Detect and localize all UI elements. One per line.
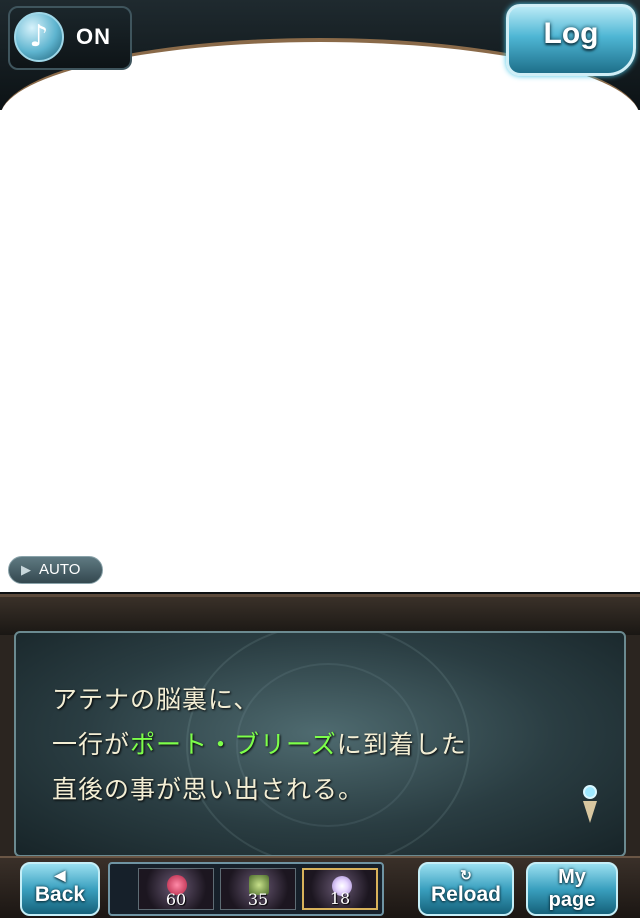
sound-toggle[interactable]: ♪ ON [8, 6, 132, 70]
back-button[interactable]: ◀ Back [20, 862, 100, 916]
message-line-2: 一行がポート・ブリーズに到着した [52, 722, 467, 767]
music-note-icon: ♪ [14, 12, 64, 62]
item-count: 60 [165, 890, 187, 909]
reload-icon: ↻ [460, 867, 472, 883]
auto-button[interactable]: ▶ AUTO [8, 556, 103, 584]
highlighted-place-name: ポート・ブリーズ [130, 730, 337, 759]
item-count: 35 [247, 890, 269, 909]
mypage-label-line1: My [558, 866, 586, 888]
item-slot-1[interactable]: 60 [138, 868, 214, 910]
sound-state-label: ON [76, 24, 111, 49]
log-button-label: Log [543, 17, 599, 50]
scene-area[interactable] [0, 110, 640, 592]
item-slot-3[interactable]: 18 [302, 868, 378, 910]
next-page-indicator-icon [582, 785, 598, 825]
play-triangle-icon: ▶ [21, 563, 31, 578]
mypage-label-line2: page [548, 889, 596, 911]
mypage-button[interactable]: My page [526, 862, 618, 916]
reload-button[interactable]: ↻ Reload [418, 862, 514, 916]
message-line-1: アテナの脳裏に、 [52, 685, 260, 714]
reload-button-label: Reload [430, 883, 501, 906]
auto-button-label: AUTO [39, 561, 81, 578]
message-window-frame: アテナの脳裏に、 一行がポート・ブリーズに到着した 直後の事が思い出される。 [0, 594, 640, 858]
message-text: アテナの脳裏に、 一行がポート・ブリーズに到着した 直後の事が思い出される。 [52, 677, 467, 812]
message-line-3: 直後の事が思い出される。 [52, 775, 365, 804]
message-box[interactable]: アテナの脳裏に、 一行がポート・ブリーズに到着した 直後の事が思い出される。 [14, 631, 626, 857]
back-button-label: Back [34, 883, 86, 906]
log-button[interactable]: Log [506, 4, 636, 76]
item-shortcut-bar: 60 35 18 [108, 862, 384, 916]
item-count: 18 [329, 889, 351, 908]
back-arrow-icon: ◀ [54, 867, 66, 883]
ornament-band [0, 597, 640, 635]
bottom-bar: ◀ Back 60 35 18 ↻ Reload My page [0, 856, 640, 918]
message-line-2-start: 一行が [52, 730, 131, 759]
item-slot-2[interactable]: 35 [220, 868, 296, 910]
message-line-2-end: に到着した [336, 730, 467, 759]
